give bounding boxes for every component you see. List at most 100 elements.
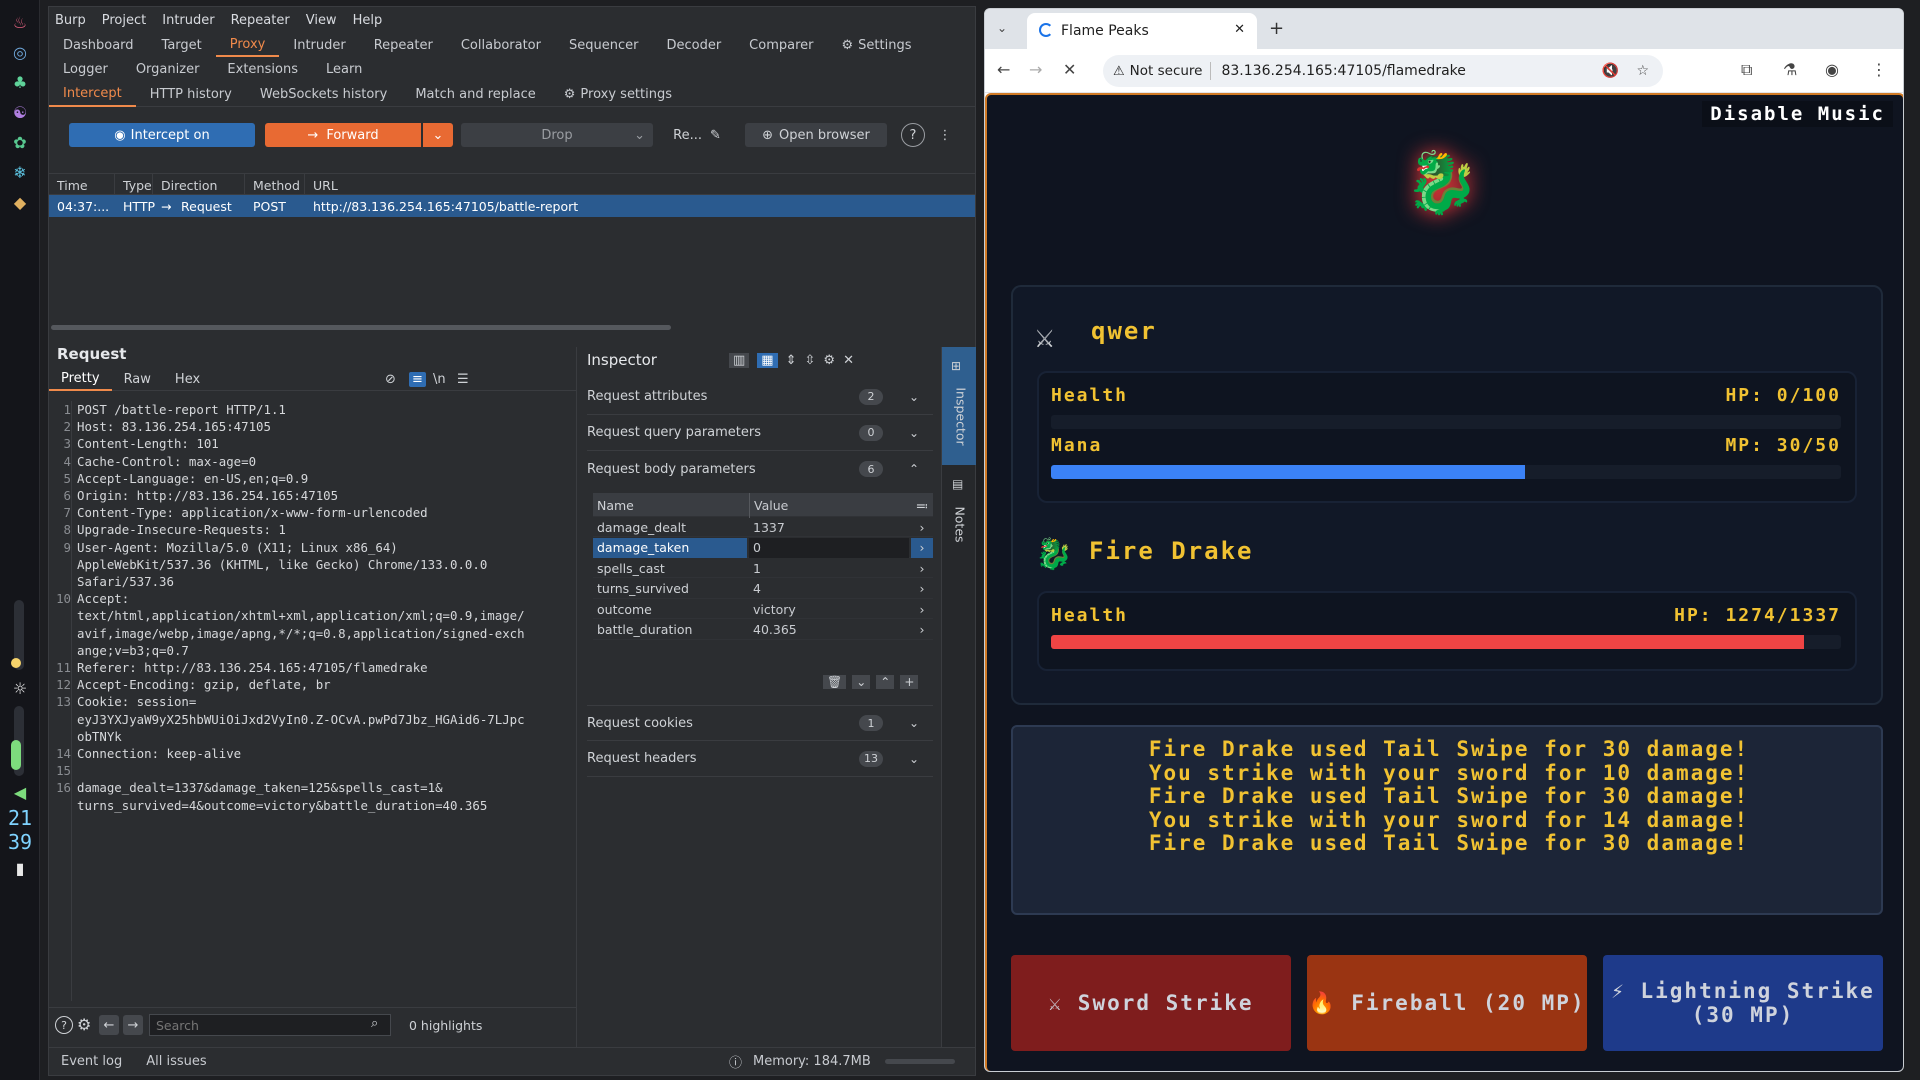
menu-burp[interactable]: Burp bbox=[55, 13, 86, 28]
back-icon[interactable]: ← bbox=[997, 60, 1010, 79]
chevron-right-icon[interactable]: › bbox=[911, 579, 933, 599]
intercept-toggle-button[interactable]: ◉ Intercept on bbox=[69, 123, 255, 147]
omnibox[interactable]: ⚠ Not secure 83.136.254.165:47105/flamed… bbox=[1103, 55, 1663, 87]
col-value[interactable]: Value bbox=[749, 493, 909, 518]
tab-search-icon[interactable]: ⌄ bbox=[997, 21, 1007, 35]
gear-icon[interactable]: ⚙ bbox=[77, 1015, 91, 1034]
tab-hex[interactable]: Hex bbox=[163, 372, 212, 387]
param-value[interactable]: 1 bbox=[749, 558, 909, 578]
tab-dashboard[interactable]: Dashboard bbox=[49, 33, 148, 57]
new-tab-icon[interactable]: + bbox=[1269, 18, 1284, 39]
hide-icon[interactable]: ⊘ bbox=[385, 372, 396, 387]
menu-icon[interactable]: ☰ bbox=[457, 372, 469, 387]
newline-icon[interactable]: \n bbox=[433, 372, 446, 387]
disable-music-button[interactable]: Disable Music bbox=[1702, 101, 1893, 127]
settings-button[interactable]: ⚙ Settings bbox=[828, 33, 926, 57]
param-row[interactable]: damage_dealt 1337 › bbox=[593, 517, 933, 537]
app-leaf-icon[interactable]: ♣ bbox=[8, 70, 32, 94]
menu-help[interactable]: Help bbox=[353, 13, 383, 28]
wrap-icon[interactable]: ≡ bbox=[409, 372, 426, 387]
tab-extensions[interactable]: Extensions bbox=[213, 57, 312, 81]
menu-repeater[interactable]: Repeater bbox=[231, 13, 290, 28]
col-time[interactable]: Time bbox=[49, 174, 115, 196]
help-icon[interactable]: ? bbox=[901, 123, 925, 147]
browser-menu-icon[interactable]: ⋮ bbox=[1871, 60, 1887, 79]
section-query-parameters[interactable]: Request query parameters 0 ⌄ bbox=[587, 415, 933, 451]
tab-decoder[interactable]: Decoder bbox=[652, 33, 735, 57]
param-row[interactable]: outcome victory › bbox=[593, 599, 933, 619]
horizontal-scrollbar[interactable] bbox=[51, 325, 671, 330]
param-value[interactable]: 1337 bbox=[749, 517, 909, 537]
all-issues-link[interactable]: All issues bbox=[146, 1054, 206, 1069]
chevron-right-icon[interactable]: › bbox=[911, 558, 933, 578]
side-tab-inspector[interactable]: ⊞ Inspector bbox=[942, 347, 976, 465]
arrow-left-icon[interactable]: ← bbox=[99, 1015, 119, 1035]
lightning-strike-button[interactable]: ⚡ Lightning Strike (30 MP) bbox=[1603, 955, 1883, 1051]
tab-intruder[interactable]: Intruder bbox=[279, 33, 359, 57]
tab-logger[interactable]: Logger bbox=[49, 57, 122, 81]
tab-sequencer[interactable]: Sequencer bbox=[555, 33, 652, 57]
section-request-cookies[interactable]: Request cookies 1 ⌄ bbox=[587, 705, 933, 741]
param-value[interactable]: 4 bbox=[749, 579, 909, 599]
tab-pretty[interactable]: Pretty bbox=[49, 369, 112, 391]
app-swirl-icon[interactable]: ☯ bbox=[8, 100, 32, 124]
tab-organizer[interactable]: Organizer bbox=[122, 57, 214, 81]
param-row[interactable]: damage_taken 0 › bbox=[593, 537, 933, 558]
chevron-right-icon[interactable]: › bbox=[911, 599, 933, 619]
star-icon[interactable]: ☆ bbox=[1636, 63, 1649, 79]
sword-strike-button[interactable]: ⚔ Sword Strike bbox=[1011, 955, 1291, 1051]
more-options-icon[interactable]: ⋮ bbox=[935, 123, 955, 147]
section-request-attributes[interactable]: Request attributes 2 ⌄ bbox=[587, 379, 933, 415]
move-up-icon[interactable]: ⌃ bbox=[876, 675, 895, 689]
app-snowflake-icon[interactable]: ❄ bbox=[8, 160, 32, 184]
param-value[interactable]: victory bbox=[749, 599, 909, 619]
stop-icon[interactable]: ✕ bbox=[1063, 60, 1076, 79]
param-row[interactable]: spells_cast 1 › bbox=[593, 558, 933, 578]
collapse-icon[interactable]: ⇳ bbox=[805, 353, 816, 368]
tab-http-history[interactable]: HTTP history bbox=[136, 83, 246, 107]
request-action-button[interactable]: Re... ✎ bbox=[667, 123, 727, 147]
tab-repeater[interactable]: Repeater bbox=[360, 33, 447, 57]
gear-icon[interactable]: ⚙ bbox=[823, 353, 835, 368]
event-log-link[interactable]: Event log bbox=[61, 1054, 122, 1069]
extensions-icon[interactable]: ⧉ bbox=[1741, 60, 1752, 80]
tab-raw[interactable]: Raw bbox=[112, 372, 163, 387]
col-name[interactable]: Name bbox=[593, 493, 747, 518]
param-value[interactable]: 0 bbox=[749, 537, 909, 558]
chevron-right-icon[interactable]: › bbox=[911, 517, 933, 537]
drop-button[interactable]: Drop ⌄ bbox=[461, 123, 653, 147]
tab-match-replace[interactable]: Match and replace bbox=[401, 83, 549, 107]
tab-comparer[interactable]: Comparer bbox=[735, 33, 827, 57]
fireball-button[interactable]: 🔥 Fireball (20 MP) bbox=[1307, 955, 1587, 1051]
param-row[interactable]: turns_survived 4 › bbox=[593, 579, 933, 599]
request-editor[interactable]: 1 POST /battle-report HTTP/1.1 2 Host: 83.1… bbox=[49, 401, 577, 1001]
app-diamond-icon[interactable]: ◆ bbox=[8, 190, 32, 214]
side-tab-notes[interactable]: ▤ Notes bbox=[942, 477, 976, 553]
open-browser-button[interactable]: ⊕ Open browser bbox=[745, 123, 887, 147]
menu-intruder[interactable]: Intruder bbox=[162, 13, 214, 28]
tab-collaborator[interactable]: Collaborator bbox=[447, 33, 555, 57]
add-icon[interactable]: + bbox=[900, 675, 919, 689]
app-flame-icon[interactable]: ♨ bbox=[8, 10, 32, 34]
tab-learn[interactable]: Learn bbox=[312, 57, 376, 81]
layout-split-icon[interactable]: ▦ bbox=[757, 353, 778, 368]
close-icon[interactable]: ✕ bbox=[843, 353, 854, 368]
close-tab-icon[interactable]: ✕ bbox=[1234, 22, 1245, 37]
table-row[interactable]: 04:37:... HTTP → Request POST http://83.… bbox=[49, 195, 975, 217]
col-url[interactable]: URL bbox=[305, 174, 977, 196]
section-body-parameters[interactable]: Request body parameters 6 ⌃ bbox=[587, 451, 933, 487]
mute-icon[interactable]: 🔇 bbox=[1602, 63, 1619, 79]
tab-websockets-history[interactable]: WebSockets history bbox=[246, 83, 401, 107]
search-input[interactable] bbox=[149, 1014, 391, 1036]
labs-icon[interactable]: ⚗ bbox=[1783, 60, 1797, 79]
chevron-right-icon[interactable]: › bbox=[911, 620, 933, 640]
tab-proxy[interactable]: Proxy bbox=[215, 33, 280, 57]
section-request-headers[interactable]: Request headers 13 ⌄ bbox=[587, 741, 933, 777]
col-direction[interactable]: Direction bbox=[153, 174, 245, 196]
proxy-settings-button[interactable]: ⚙ Proxy settings bbox=[550, 83, 686, 107]
sort-icon[interactable]: ≕ bbox=[911, 493, 933, 518]
param-row[interactable]: battle_duration 40.365 › bbox=[593, 620, 933, 640]
delete-icon[interactable]: 🗑 bbox=[823, 675, 847, 689]
help-icon[interactable]: ? bbox=[55, 1016, 73, 1034]
browser-tab[interactable]: Flame Peaks ✕ bbox=[1027, 13, 1257, 49]
